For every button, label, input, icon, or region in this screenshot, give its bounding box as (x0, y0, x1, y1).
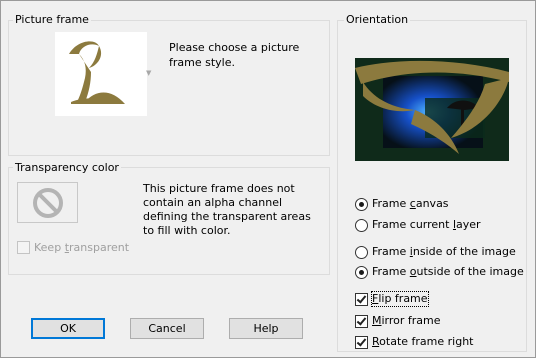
frame-outside-label: Frame outside of the image (372, 265, 524, 278)
checkmark-icon (356, 314, 367, 326)
frame-canvas-radio[interactable]: Frame canvas (355, 197, 449, 211)
frame-current-layer-radio-button[interactable] (355, 218, 368, 232)
frame-inside-label: Frame inside of the image (372, 245, 516, 258)
frame-canvas-label: Frame canvas (372, 197, 449, 210)
orientation-preview-image (355, 58, 509, 161)
chevron-down-icon[interactable]: ▼ (146, 69, 151, 77)
frame-outside-radio-button[interactable] (355, 265, 368, 279)
transparency-color-swatch (17, 182, 78, 223)
frame-style-image (69, 41, 125, 104)
mirror-frame-label: Mirror frame (372, 314, 441, 327)
frame-inside-radio-button[interactable] (355, 245, 368, 259)
preview-picture (355, 58, 509, 161)
keep-transparent-box[interactable] (17, 241, 30, 254)
frame-inside-radio[interactable]: Frame inside of the image (355, 245, 516, 259)
transparency-description: This picture frame does not contain an a… (143, 182, 311, 237)
keep-transparent-checkbox[interactable]: Keep transparent (17, 241, 129, 254)
picture-frame-title: Picture frame (13, 13, 91, 26)
flip-frame-checkbox[interactable]: Flip frame (355, 291, 429, 307)
transparency-title: Transparency color (13, 161, 121, 174)
no-entry-icon (33, 188, 63, 218)
keep-transparent-label: Keep transparent (34, 241, 130, 254)
checkmark-icon (356, 292, 367, 304)
help-button[interactable]: Help (229, 318, 303, 339)
orientation-title: Orientation (344, 13, 411, 26)
checkmark-icon (356, 335, 367, 347)
rotate-frame-right-label: Rotate frame right (372, 335, 474, 348)
rotate-frame-right-checkbox[interactable]: Rotate frame right (355, 335, 473, 349)
mirror-frame-box[interactable] (355, 314, 368, 328)
frame-canvas-radio-button[interactable] (355, 197, 368, 211)
mirror-frame-checkbox[interactable]: Mirror frame (355, 314, 441, 328)
frame-current-layer-radio[interactable]: Frame current layer (355, 218, 481, 232)
frame-style-description: Please choose a picture frame style. (169, 41, 300, 69)
frame-outside-radio[interactable]: Frame outside of the image (355, 265, 524, 279)
rotate-frame-right-box[interactable] (355, 335, 368, 349)
flip-frame-box[interactable] (355, 292, 368, 306)
frame-style-thumbnail[interactable] (55, 32, 147, 116)
cancel-button[interactable]: Cancel (130, 318, 204, 339)
ok-button[interactable]: OK (31, 318, 105, 339)
flip-frame-label: Flip frame (371, 291, 429, 307)
frame-current-layer-label: Frame current layer (372, 218, 481, 231)
